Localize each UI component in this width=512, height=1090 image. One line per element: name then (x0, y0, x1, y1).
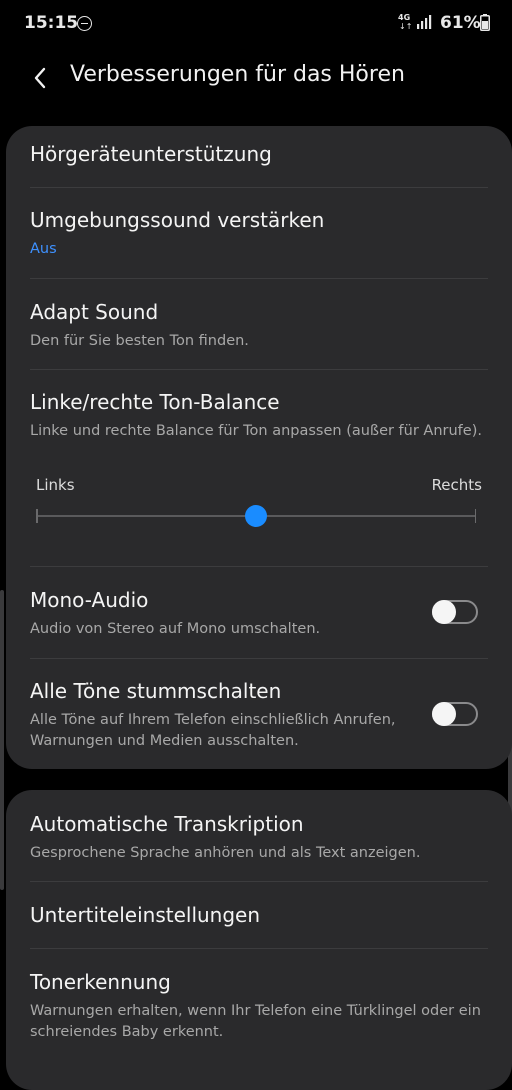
item-title: Mono-Audio (30, 588, 149, 612)
item-title: Linke/rechte Ton-Balance (30, 390, 280, 414)
item-title: Tonerkennung (30, 970, 171, 994)
network-activity-icon: ↓↑ (399, 22, 413, 31)
item-title: Hörgeräteunterstützung (30, 142, 272, 166)
do-not-disturb-icon (77, 16, 92, 31)
status-bar: 15:15 4G ↓↑ 61% (0, 0, 512, 50)
list-item-mono-audio[interactable]: Mono-Audio Audio von Stereo auf Mono ums… (30, 588, 488, 640)
divider (30, 658, 488, 659)
battery-percent: 61% (440, 13, 481, 33)
scroll-indicator (0, 590, 4, 890)
list-item-sound-detectors[interactable]: Tonerkennung Warnungen erhalten, wenn Ih… (30, 970, 488, 1043)
divider (30, 566, 488, 567)
slider-thumb[interactable] (245, 505, 267, 527)
item-subtitle: Audio von Stereo auf Mono umschalten. (30, 621, 321, 637)
item-subtitle: Alle Töne auf Ihrem Telefon einschließli… (30, 712, 396, 749)
divider (30, 369, 488, 370)
slider-right-label: Rechts (431, 476, 482, 494)
chevron-left-icon (34, 67, 46, 89)
list-item-live-transcribe[interactable]: Automatische Transkription Gesprochene S… (30, 812, 488, 864)
network-type: 4G (398, 13, 411, 22)
list-item-amplify-ambient-sound[interactable]: Umgebungssound verstärken Aus (30, 208, 488, 260)
divider (30, 187, 488, 188)
mono-audio-toggle[interactable] (432, 600, 478, 624)
item-subtitle: Den für Sie besten Ton finden. (30, 333, 249, 349)
signal-icon (417, 15, 432, 29)
toggle-knob (432, 600, 456, 624)
settings-card-transcription: Automatische Transkription Gesprochene S… (6, 790, 512, 1090)
list-item-sound-balance: Linke/rechte Ton-Balance Linke und recht… (30, 390, 488, 442)
divider (30, 278, 488, 279)
divider (30, 881, 488, 882)
balance-slider[interactable] (36, 505, 476, 527)
slider-tick-right (474, 509, 476, 523)
item-title: Umgebungssound verstärken (30, 208, 325, 232)
item-subtitle: Gesprochene Sprache anhören und als Text… (30, 845, 421, 861)
slider-left-label: Links (36, 476, 75, 494)
slider-tick-left (36, 509, 38, 523)
item-subtitle: Warnungen erhalten, wenn Ihr Telefon ein… (30, 1003, 481, 1040)
item-subtitle: Linke und rechte Balance für Ton anpasse… (30, 423, 482, 439)
item-title: Untertiteleinstellungen (30, 903, 261, 927)
item-status: Aus (30, 241, 57, 257)
status-time: 15:15 (24, 13, 79, 33)
list-item-adapt-sound[interactable]: Adapt Sound Den für Sie besten Ton finde… (30, 300, 488, 352)
mute-all-toggle[interactable] (432, 702, 478, 726)
back-button[interactable] (22, 60, 58, 96)
app-bar: Verbesserungen für das Hören (0, 50, 512, 110)
battery-icon (480, 14, 490, 31)
list-item-subtitle-settings[interactable]: Untertiteleinstellungen (30, 903, 488, 927)
divider (30, 948, 488, 949)
toggle-knob (432, 702, 456, 726)
list-item-mute-all-sounds[interactable]: Alle Töne stummschalten Alle Töne auf Ih… (30, 679, 488, 752)
item-title: Alle Töne stummschalten (30, 679, 282, 703)
list-item-hearing-aid-support[interactable]: Hörgeräteunterstützung (30, 142, 488, 166)
item-title: Adapt Sound (30, 300, 159, 324)
item-title: Automatische Transkription (30, 812, 304, 836)
settings-card-hearing: Hörgeräteunterstützung Umgebungssound ve… (6, 126, 512, 769)
page-title: Verbesserungen für das Hören (70, 62, 405, 87)
